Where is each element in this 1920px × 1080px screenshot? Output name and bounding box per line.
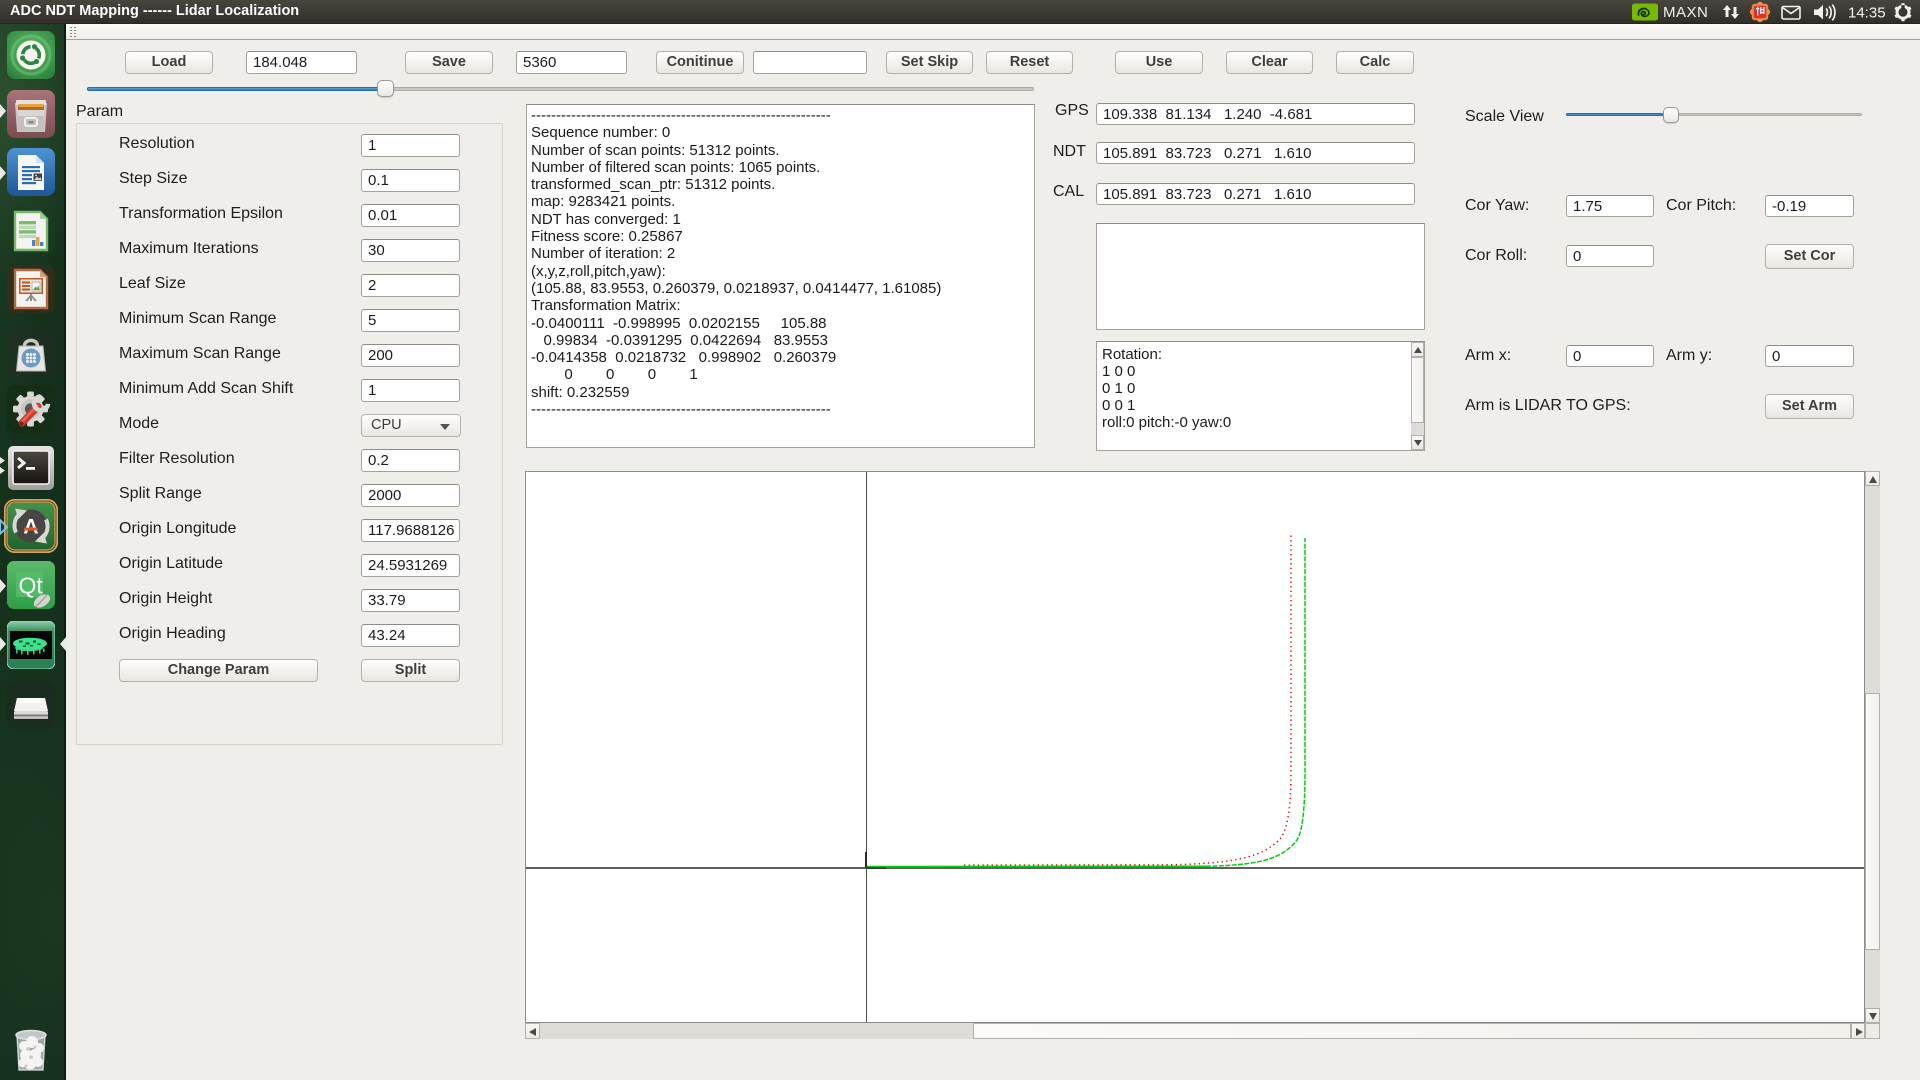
svg-text:Qt: Qt bbox=[19, 573, 44, 599]
svg-text:14:35: 14:35 bbox=[1848, 5, 1886, 22]
svg-text:A: A bbox=[23, 516, 38, 539]
svg-text:MAXN: MAXN bbox=[1663, 4, 1708, 21]
